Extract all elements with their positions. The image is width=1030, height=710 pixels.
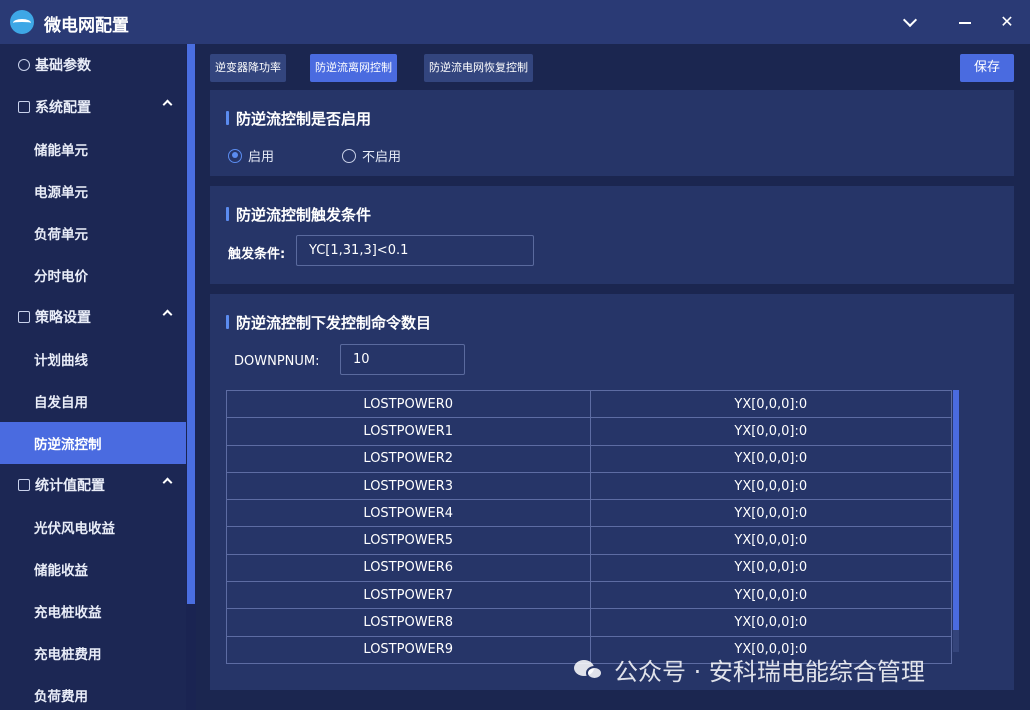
chevron-up-icon <box>162 99 173 110</box>
radio-unchecked-icon <box>342 148 356 163</box>
sidebar-group-strategy[interactable]: 策略设置 <box>0 296 186 338</box>
chevron-up-icon <box>162 477 173 488</box>
radio-enable[interactable]: 启用 <box>228 146 274 165</box>
radio-disable[interactable]: 不启用 <box>342 146 401 165</box>
scrollbar-thumb[interactable] <box>953 390 959 630</box>
table-row[interactable]: LOSTPOWER3 YX[0,0,0]:0 <box>227 472 952 501</box>
sidebar-group-statistics[interactable]: 统计值配置 <box>0 464 186 506</box>
downpnum-input[interactable]: 10 <box>340 344 465 375</box>
sidebar-group-basic-params[interactable]: 基础参数 <box>0 44 186 86</box>
table-row[interactable]: LOSTPOWER1 YX[0,0,0]:0 <box>227 418 952 446</box>
table-scrollbar[interactable] <box>953 390 959 652</box>
table-row[interactable]: LOSTPOWER4 YX[0,0,0]:0 <box>227 500 952 528</box>
grid-icon <box>18 101 30 113</box>
cube-icon <box>18 59 30 71</box>
table-row[interactable]: LOSTPOWER5 YX[0,0,0]:0 <box>227 527 952 555</box>
enable-section: 防逆流控制是否启用 启用 不启用 <box>210 90 1014 176</box>
chevron-down-icon[interactable] <box>898 10 922 34</box>
wechat-icon <box>574 658 604 682</box>
chevron-up-icon <box>162 309 173 320</box>
scrollbar-thumb[interactable] <box>187 44 195 604</box>
app-title: 微电网配置 <box>44 16 129 36</box>
sidebar-item-charger-cost[interactable]: 充电桩费用 <box>0 632 186 674</box>
chart-icon <box>18 311 30 323</box>
downpnum-label: DOWNPNUM: <box>234 354 320 369</box>
sidebar-item-plan-curve[interactable]: 计划曲线 <box>0 338 186 380</box>
sidebar-item-charger-revenue[interactable]: 充电桩收益 <box>0 590 186 632</box>
radio-checked-icon <box>228 148 242 163</box>
sidebar-item-storage-unit[interactable]: 储能单元 <box>0 128 186 170</box>
section-title: 防逆流控制是否启用 <box>226 108 371 129</box>
sidebar-item-label: 统计值配置 <box>35 478 105 494</box>
command-section: 防逆流控制下发控制命令数目 DOWNPNUM: 10 LOSTPOWER0 YX[… <box>210 294 1014 690</box>
sidebar-item-load-cost[interactable]: 负荷费用 <box>0 674 186 710</box>
table-row[interactable]: LOSTPOWER2 YX[0,0,0]:0 <box>227 445 952 473</box>
table-row[interactable]: LOSTPOWER7 YX[0,0,0]:0 <box>227 582 952 610</box>
sidebar-item-anti-backflow[interactable]: 防逆流控制 <box>0 422 186 464</box>
trigger-condition-input[interactable]: YC[1,31,3]<0.1 <box>296 235 534 266</box>
tab-grid-recovery[interactable]: 防逆流电网恢复控制 <box>424 54 533 82</box>
section-title: 防逆流控制下发控制命令数目 <box>226 312 431 333</box>
tab-offgrid-control[interactable]: 防逆流离网控制 <box>310 54 397 82</box>
sidebar-item-pv-wind-revenue[interactable]: 光伏风电收益 <box>0 506 186 548</box>
sidebar-scrollbar[interactable] <box>186 44 196 710</box>
trigger-label: 触发条件: <box>228 247 286 262</box>
table-row[interactable]: LOSTPOWER6 YX[0,0,0]:0 <box>227 554 952 583</box>
save-button[interactable]: 保存 <box>960 54 1014 82</box>
sidebar-item-label: 策略设置 <box>35 310 91 326</box>
table-row[interactable]: LOSTPOWER0 YX[0,0,0]:0 <box>227 391 952 419</box>
sidebar-group-system-config[interactable]: 系统配置 <box>0 86 186 128</box>
app-window: 微电网配置 ✕ 基础参数 系统配置 储能单元 电源单元 负荷单元 分时电价 策略… <box>0 0 1030 710</box>
sidebar-item-tou-price[interactable]: 分时电价 <box>0 254 186 296</box>
section-title: 防逆流控制触发条件 <box>226 204 371 225</box>
sidebar: 基础参数 系统配置 储能单元 电源单元 负荷单元 分时电价 策略设置 计划曲线 … <box>0 44 186 710</box>
sidebar-item-self-use[interactable]: 自发自用 <box>0 380 186 422</box>
tab-inverter-derate[interactable]: 逆变器降功率 <box>210 54 286 82</box>
monitor-icon <box>18 479 30 491</box>
command-table: LOSTPOWER0 YX[0,0,0]:0 LOSTPOWER1 YX[0,0,0… <box>226 390 952 664</box>
sidebar-item-load-unit[interactable]: 负荷单元 <box>0 212 186 254</box>
close-icon[interactable]: ✕ <box>995 10 1019 34</box>
sidebar-item-label: 基础参数 <box>35 58 91 74</box>
table-row[interactable]: LOSTPOWER8 YX[0,0,0]:0 <box>227 609 952 637</box>
minimize-icon[interactable] <box>953 10 977 34</box>
title-bar: 微电网配置 ✕ <box>0 0 1030 44</box>
sidebar-item-label: 系统配置 <box>35 100 91 116</box>
sidebar-item-power-unit[interactable]: 电源单元 <box>0 170 186 212</box>
watermark: 公众号 · 安科瑞电能综合管理 <box>574 652 925 687</box>
sidebar-item-storage-revenue[interactable]: 储能收益 <box>0 548 186 590</box>
main-panel: 逆变器降功率 防逆流离网控制 防逆流电网恢复控制 保存 防逆流控制是否启用 启用… <box>196 44 1030 710</box>
app-logo-icon <box>10 10 34 34</box>
trigger-section: 防逆流控制触发条件 触发条件: YC[1,31,3]<0.1 <box>210 186 1014 284</box>
